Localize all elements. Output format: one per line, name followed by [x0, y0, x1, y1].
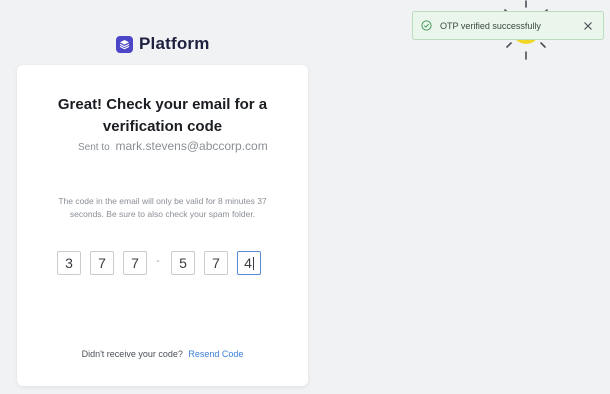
- toast-message: OTP verified successfully: [440, 20, 541, 31]
- close-icon[interactable]: [581, 19, 595, 33]
- resend-line: Didn't receive your code? Resend Code: [17, 349, 308, 359]
- validity-notice: The code in the email will only be valid…: [58, 196, 267, 219]
- success-toast: OTP verified successfully: [412, 11, 604, 40]
- otp-digit-6-value: 4: [244, 255, 252, 271]
- otp-digit-6[interactable]: 4: [237, 251, 261, 275]
- sent-to-label: Sent to: [78, 142, 110, 153]
- brand-name: Platform: [139, 34, 210, 53]
- text-caret: [252, 257, 254, 270]
- verification-card: Great! Check your email for a verificati…: [17, 65, 308, 386]
- otp-digit-4[interactable]: 5: [171, 251, 195, 275]
- check-circle-icon: [421, 20, 432, 31]
- page-title: Great! Check your email for a verificati…: [57, 96, 268, 135]
- otp-separator: -: [156, 255, 160, 267]
- sent-to-line: Sent to mark.stevens@abccorp.com: [78, 139, 268, 153]
- otp-digit-3[interactable]: 7: [123, 251, 147, 275]
- otp-digit-2[interactable]: 7: [90, 251, 114, 275]
- email-address: mark.stevens@abccorp.com: [115, 139, 268, 153]
- stack-icon: [116, 35, 133, 53]
- resend-prompt: Didn't receive your code?: [81, 349, 183, 359]
- otp-digit-5[interactable]: 7: [204, 251, 228, 275]
- otp-digit-1[interactable]: 3: [57, 251, 81, 275]
- resend-code-link[interactable]: Resend Code: [188, 349, 243, 359]
- brand: Platform: [116, 34, 210, 54]
